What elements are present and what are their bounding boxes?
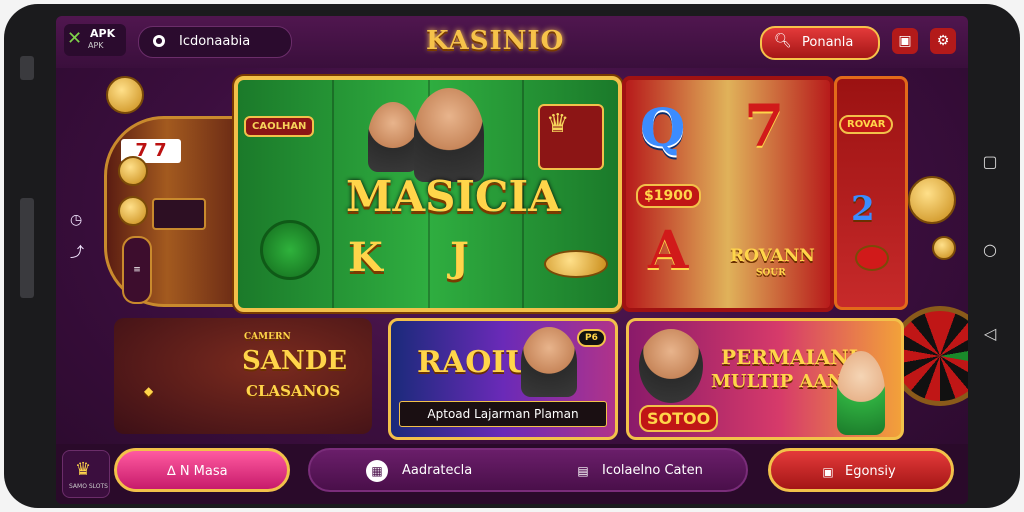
character-portrait bbox=[368, 102, 418, 172]
crown-icon: ♛ bbox=[75, 459, 92, 480]
promo-tag: CAMERN bbox=[244, 332, 291, 342]
recent-apps-icon[interactable]: ▢ bbox=[980, 154, 1000, 170]
location-selector[interactable]: ● Icdonaabia bbox=[138, 26, 292, 58]
hardware-button bbox=[20, 56, 34, 80]
poker-chip-icon bbox=[544, 250, 608, 278]
center-action-bar: ▦ Aadratecla ▤ Icolaelno Caten bbox=[308, 448, 748, 492]
apk-brand: APK bbox=[90, 27, 116, 40]
promo-card[interactable]: CAMERN SANDE CLASANOS ◆ bbox=[114, 318, 372, 434]
app-title: KASINIO bbox=[426, 26, 565, 56]
side-game-card[interactable]: ROVAR 2 bbox=[834, 76, 908, 310]
promo-badge: ◆ bbox=[144, 384, 154, 398]
side-card-badge: ROVAR bbox=[839, 115, 894, 134]
vertical-menu-toggle[interactable]: ≡ bbox=[122, 236, 152, 304]
casino-logo-sub: SAMO SLOTS bbox=[69, 483, 108, 490]
prize-value: $1900 bbox=[636, 184, 701, 208]
slot-lever-box bbox=[152, 198, 206, 230]
dice-icon bbox=[855, 245, 889, 271]
apk-sub: APK bbox=[88, 41, 104, 50]
apk-logo[interactable]: ✕ APK APK bbox=[64, 24, 126, 56]
promo-value: SOTOO bbox=[639, 405, 719, 432]
symbol-seven: 7 bbox=[744, 92, 785, 160]
search-icon: 🔍︎ bbox=[774, 33, 792, 49]
primary-action-button[interactable]: ∆ N Masa bbox=[114, 448, 290, 492]
promo-card[interactable]: RAOIU P6 Aptoad Lajarman Plaman bbox=[388, 318, 618, 440]
casino-logo[interactable]: ♛ SAMO SLOTS bbox=[62, 450, 110, 498]
calendar-icon: ▦ bbox=[366, 460, 388, 482]
promo-subtitle: CLASANOS bbox=[246, 382, 341, 400]
lion-crest-icon: ♛ bbox=[538, 104, 604, 170]
coin-icon bbox=[932, 236, 956, 260]
share-icon[interactable]: ⤴ bbox=[70, 242, 84, 262]
search-button[interactable]: 🔍︎ Ponanla bbox=[760, 26, 880, 60]
coin-icon bbox=[118, 196, 148, 226]
top-bar: ✕ APK APK ● Icdonaabia KASINIO 🔍︎ Ponanl… bbox=[56, 16, 968, 68]
app-screen: ✕ APK APK ● Icdonaabia KASINIO 🔍︎ Ponanl… bbox=[56, 16, 968, 504]
apk-logo-icon: ✕ bbox=[67, 28, 83, 49]
clock-icon[interactable]: ◷ bbox=[70, 212, 82, 228]
promo-title: RAOIU bbox=[417, 345, 532, 380]
character-portrait bbox=[521, 327, 577, 397]
gear-icon[interactable]: ⚙ bbox=[930, 28, 956, 54]
bottom-bar: ♛ SAMO SLOTS ∆ N Masa ▦ Aadratecla ▤ Ico… bbox=[56, 444, 968, 504]
grid-icon: ▤ bbox=[577, 464, 589, 478]
center-right-label[interactable]: Icolaelno Caten bbox=[602, 463, 703, 478]
coin-icon bbox=[118, 156, 148, 186]
slot-game-card[interactable]: Q 7 $1900 A ROVANN SOUR bbox=[622, 76, 834, 312]
slot-brand: ROVANN bbox=[730, 246, 815, 266]
promo-title: PERMAIANI bbox=[721, 345, 859, 369]
banner-headline: MASICIA bbox=[346, 172, 561, 221]
hardware-button bbox=[20, 198, 34, 298]
slot-brand-sub: SOUR bbox=[756, 268, 786, 278]
promo-corner-badge: P6 bbox=[577, 329, 606, 347]
reel-divider bbox=[332, 80, 334, 308]
store-icon[interactable]: ▣ bbox=[892, 28, 918, 54]
symbol-j: J bbox=[450, 234, 469, 281]
green-chip-icon bbox=[260, 220, 320, 280]
search-label: Ponanla bbox=[802, 35, 854, 50]
primary-action-label: ∆ N Masa bbox=[167, 464, 228, 479]
secondary-action-button[interactable]: ▣ Egonsiy bbox=[768, 448, 954, 492]
location-pin-icon: ● bbox=[153, 35, 165, 47]
location-label: Icdonaabia bbox=[179, 34, 251, 49]
symbol-k: K bbox=[348, 234, 383, 281]
phone-frame: ▢ ○ ◁ ✕ APK APK ● Icdonaabia KASINIO 🔍︎ … bbox=[4, 4, 1020, 508]
home-icon[interactable]: ○ bbox=[980, 242, 1000, 258]
promo-title: SANDE bbox=[242, 346, 348, 376]
lever-knob-icon bbox=[908, 176, 956, 224]
bag-icon: ▣ bbox=[822, 465, 834, 479]
center-left-label[interactable]: Aadratecla bbox=[402, 463, 472, 478]
character-portrait bbox=[414, 88, 484, 182]
symbol-q: Q bbox=[640, 98, 686, 159]
coin-icon bbox=[106, 76, 144, 114]
symbol-a: A bbox=[648, 220, 689, 281]
game-badge: CAOLHAN bbox=[244, 116, 315, 137]
symbol-two: 2 bbox=[851, 189, 875, 229]
featured-game-banner[interactable]: CAOLHAN ♛ MASICIA K J bbox=[234, 76, 622, 312]
secondary-action-label: Egonsiy bbox=[845, 464, 896, 479]
promo-card[interactable]: SOTOO PERMAIANI MULTIP AANEN bbox=[626, 318, 904, 440]
character-portrait bbox=[639, 329, 703, 403]
promo-strip: Aptoad Lajarman Plaman bbox=[399, 401, 607, 427]
back-icon[interactable]: ◁ bbox=[980, 326, 1000, 342]
character-portrait bbox=[837, 351, 885, 435]
